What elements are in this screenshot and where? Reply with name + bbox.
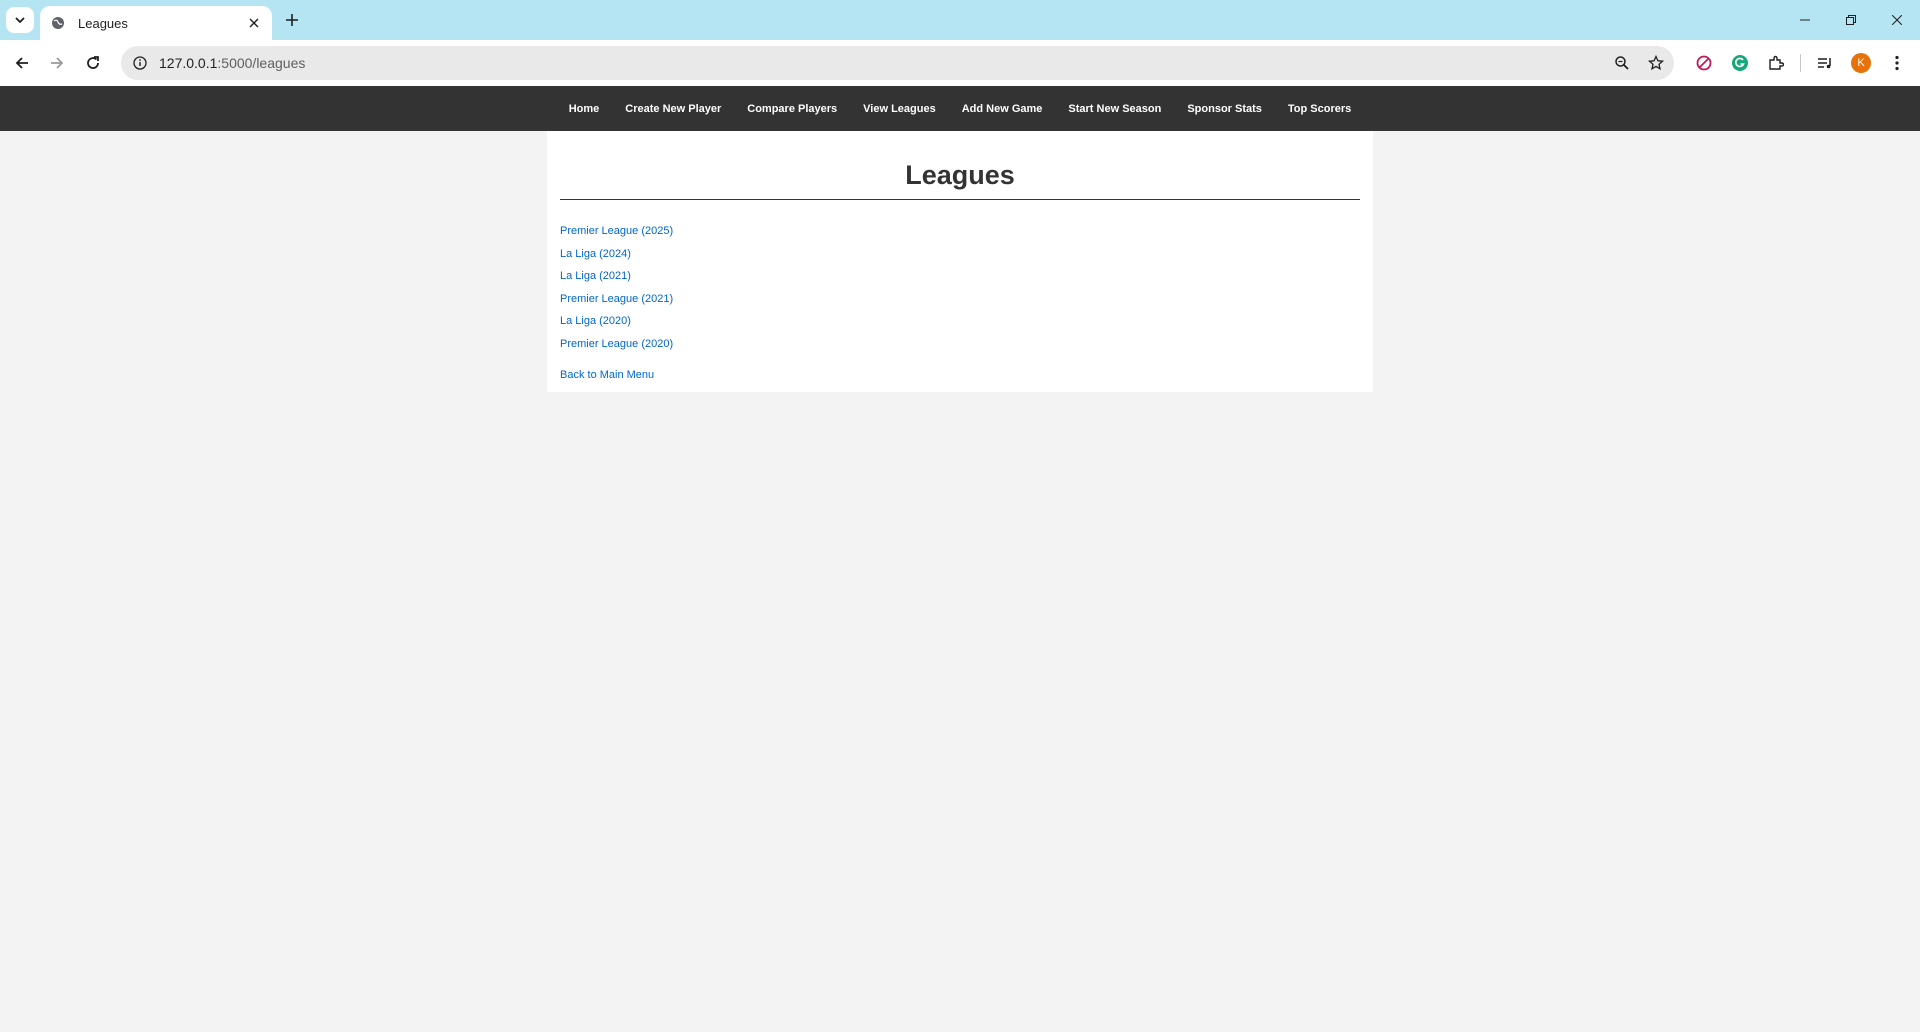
nav-create-new-player[interactable]: Create New Player: [612, 103, 734, 115]
browser-toolbar: 127.0.0.1:5000/leagues K: [0, 40, 1920, 86]
address-bar[interactable]: 127.0.0.1:5000/leagues: [121, 46, 1674, 80]
league-link[interactable]: Premier League (2020): [560, 338, 673, 350]
kebab-menu-icon: [1895, 55, 1899, 71]
close-icon: [1892, 15, 1902, 25]
site-info-icon[interactable]: [130, 53, 150, 73]
url-path: :5000/leagues: [217, 55, 306, 71]
back-link-wrapper: Back to Main Menu: [560, 365, 1360, 383]
forward-button[interactable]: [41, 47, 73, 79]
reload-icon: [87, 56, 99, 69]
profile-button[interactable]: K: [1843, 47, 1879, 79]
league-link[interactable]: La Liga (2020): [560, 315, 631, 327]
list-item: Premier League (2021): [560, 290, 1360, 313]
list-item: Premier League (2020): [560, 335, 1360, 358]
grammarly-extension-icon[interactable]: [1722, 47, 1758, 79]
nav-view-leagues[interactable]: View Leagues: [850, 103, 949, 115]
list-item: Premier League (2025): [560, 222, 1360, 245]
close-window-button[interactable]: [1874, 0, 1920, 40]
league-link[interactable]: Premier League (2025): [560, 225, 673, 237]
back-to-main-menu-link[interactable]: Back to Main Menu: [560, 369, 654, 381]
toolbar-separator: [1800, 54, 1801, 72]
globe-icon: [50, 15, 66, 31]
media-controls-icon[interactable]: [1807, 47, 1843, 79]
tab-search-button[interactable]: [6, 7, 34, 33]
minimize-icon: [1800, 19, 1810, 21]
reload-button[interactable]: [77, 47, 109, 79]
page-title: Leagues: [560, 159, 1360, 200]
league-link[interactable]: La Liga (2021): [560, 270, 631, 282]
nav-start-new-season[interactable]: Start New Season: [1055, 103, 1174, 115]
league-link[interactable]: Premier League (2021): [560, 293, 673, 305]
arrow-left-icon: [15, 57, 28, 69]
bookmark-star-icon[interactable]: [1640, 47, 1672, 79]
restore-icon: [1846, 15, 1856, 25]
nav-top-scorers[interactable]: Top Scorers: [1275, 103, 1364, 115]
more-menu-button[interactable]: [1879, 47, 1915, 79]
nav-sponsor-stats[interactable]: Sponsor Stats: [1174, 103, 1275, 115]
nav-compare-players[interactable]: Compare Players: [734, 103, 850, 115]
puzzle-extensions-icon[interactable]: [1758, 47, 1794, 79]
browser-tabstrip: Leagues: [0, 0, 1920, 40]
list-item: La Liga (2020): [560, 312, 1360, 335]
window-controls: [1782, 0, 1920, 40]
back-button[interactable]: [6, 47, 38, 79]
blocker-extension-icon[interactable]: [1686, 47, 1722, 79]
arrow-right-icon: [51, 57, 64, 69]
avatar: K: [1851, 53, 1871, 73]
site-navbar: Home Create New Player Compare Players V…: [0, 86, 1920, 131]
list-item: La Liga (2024): [560, 245, 1360, 268]
minimize-button[interactable]: [1782, 0, 1828, 40]
url-host: 127.0.0.1: [159, 55, 218, 71]
url-text: 127.0.0.1:5000/leagues: [159, 55, 1606, 71]
browser-tab-active[interactable]: Leagues: [40, 6, 272, 40]
new-tab-button[interactable]: [280, 8, 304, 32]
restore-button[interactable]: [1828, 0, 1874, 40]
tab-title: Leagues: [78, 15, 128, 31]
league-link[interactable]: La Liga (2024): [560, 248, 631, 260]
extensions-area: K: [1686, 47, 1915, 79]
main-container: Leagues Premier League (2025) La Liga (2…: [547, 131, 1373, 392]
league-list: Premier League (2025) La Liga (2024) La …: [560, 222, 1360, 358]
plus-icon: [286, 14, 298, 26]
chevron-down-icon: [15, 17, 25, 24]
close-tab-icon[interactable]: [244, 13, 264, 33]
zoom-icon[interactable]: [1606, 47, 1638, 79]
nav-home[interactable]: Home: [556, 103, 613, 115]
list-item: La Liga (2021): [560, 267, 1360, 290]
nav-add-new-game[interactable]: Add New Game: [949, 103, 1056, 115]
